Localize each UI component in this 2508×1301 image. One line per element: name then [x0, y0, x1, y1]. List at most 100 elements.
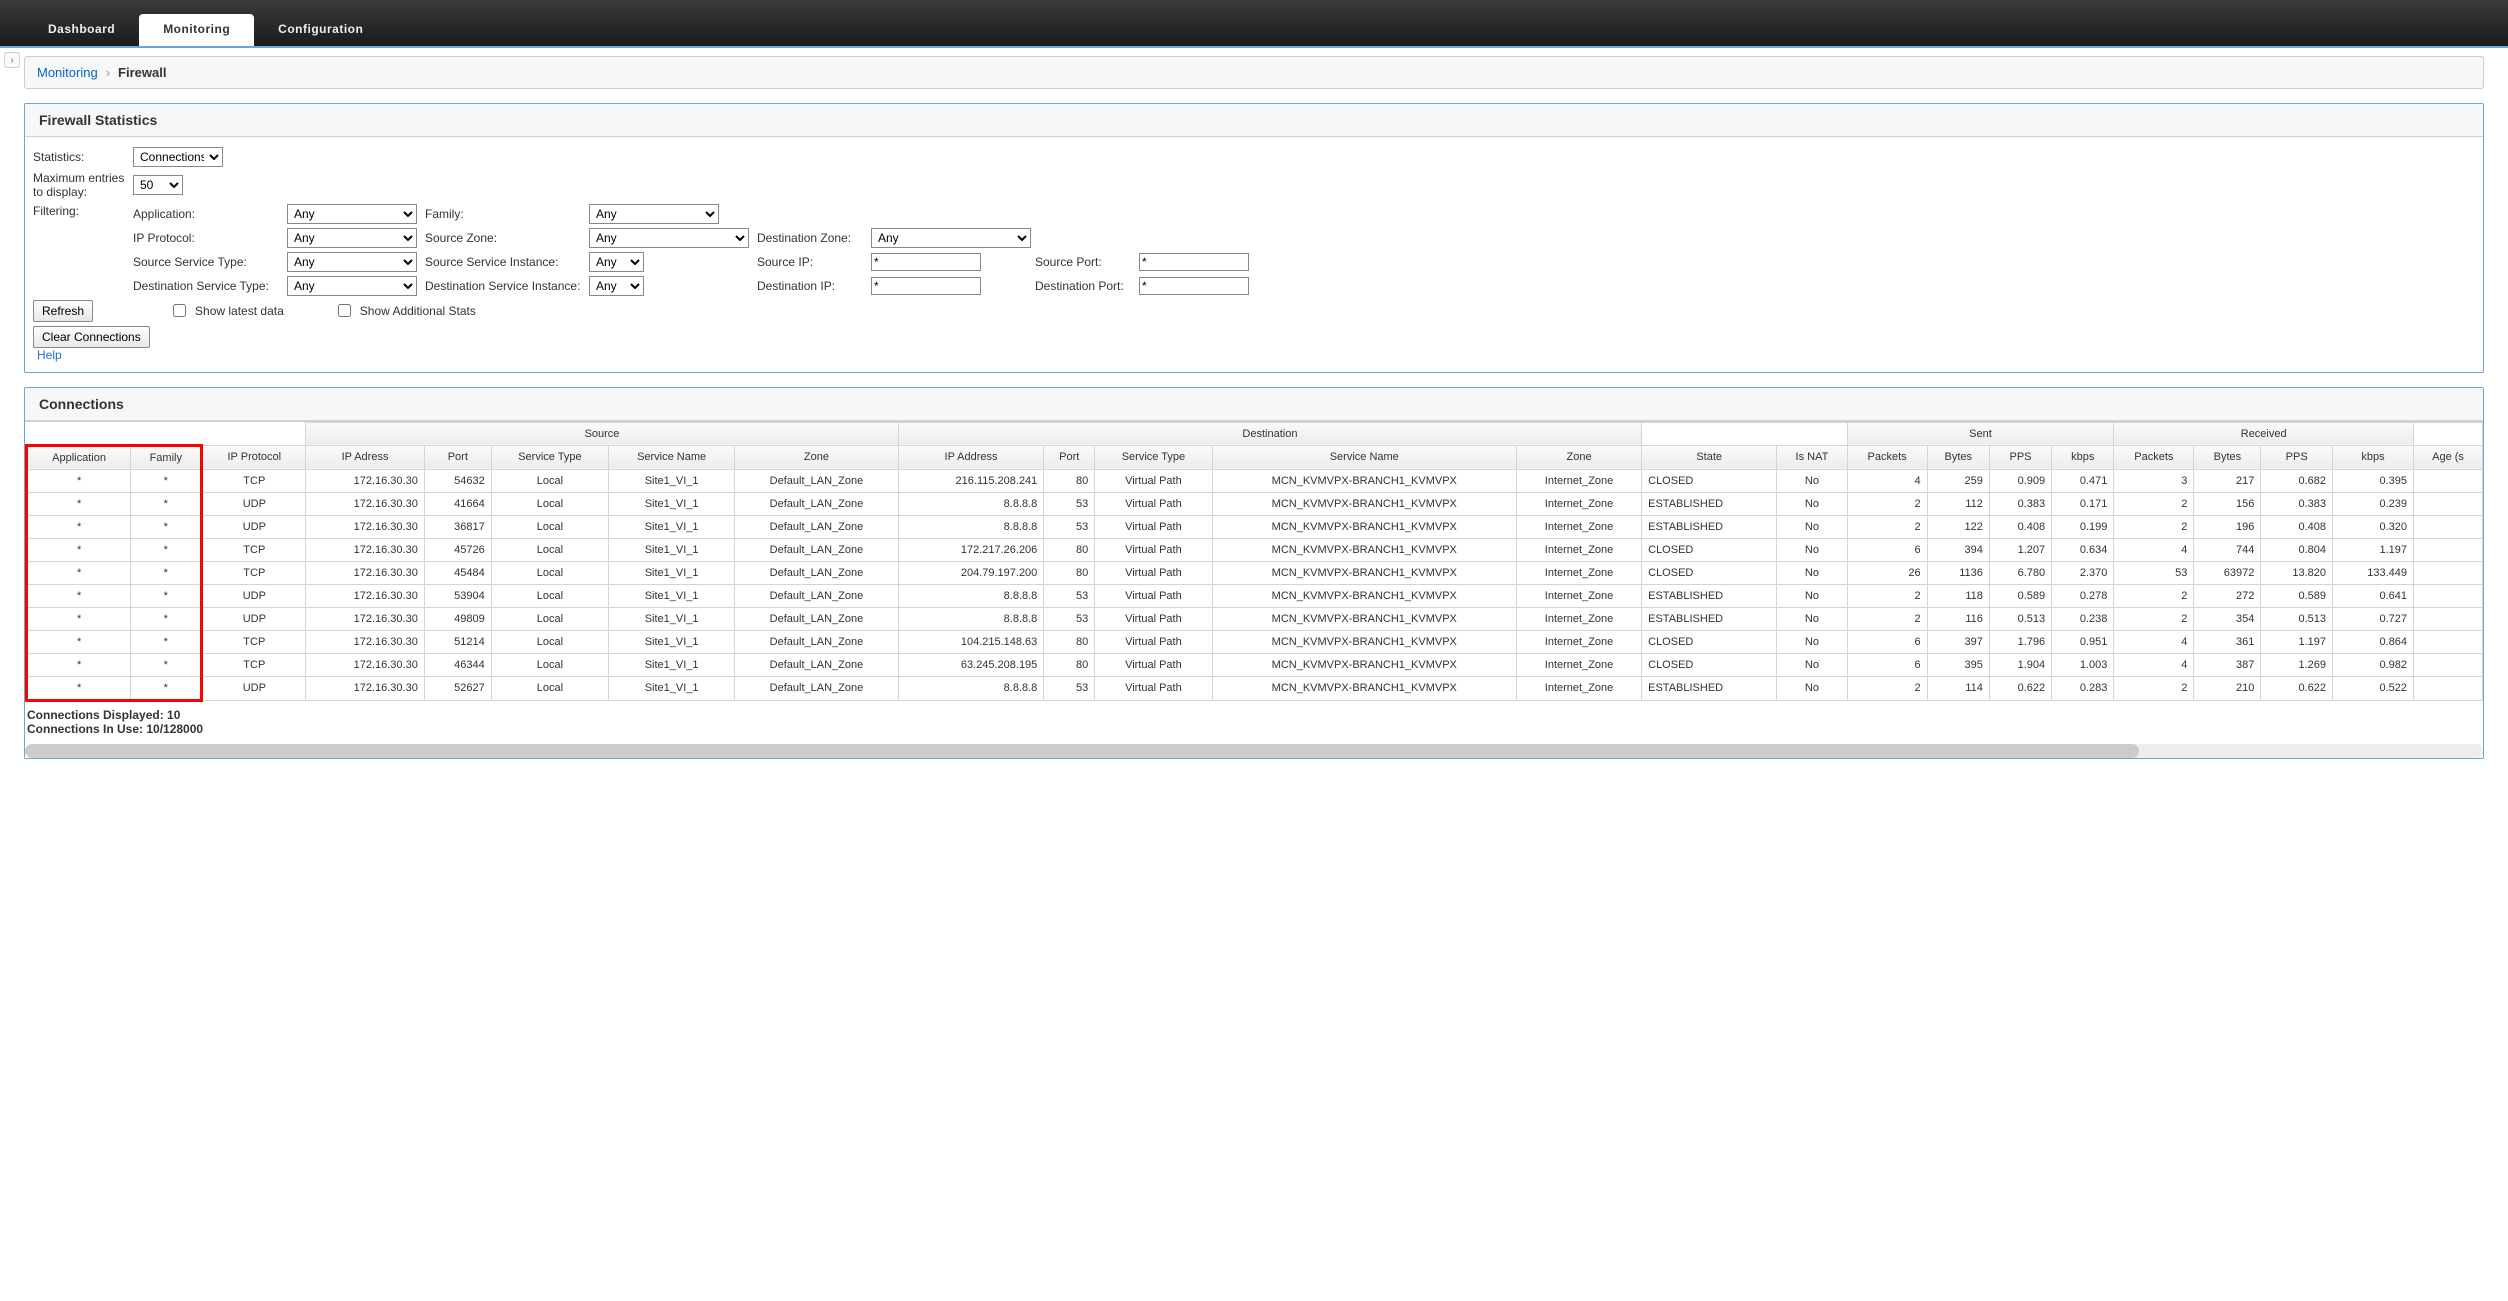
cell: 49809 [424, 607, 491, 630]
cell: 0.238 [2052, 607, 2114, 630]
col-application[interactable]: Application [27, 445, 131, 469]
cell: MCN_KVMVPX-BRANCH1_KVMVPX [1212, 492, 1516, 515]
col-is-nat[interactable]: Is NAT [1777, 445, 1847, 469]
col-sent-packets[interactable]: Packets [1847, 445, 1927, 469]
source-service-instance-select[interactable]: Any [589, 252, 644, 272]
cell: Site1_VI_1 [609, 538, 735, 561]
group-sent: Sent [1847, 422, 2114, 445]
dest-zone-select[interactable]: Any [871, 228, 1031, 248]
max-entries-select[interactable]: 50 [133, 175, 183, 195]
cell: * [27, 676, 131, 700]
cell: * [27, 469, 131, 492]
cell: 196 [2194, 515, 2261, 538]
horizontal-scrollbar[interactable] [25, 744, 2483, 758]
ip-protocol-select[interactable]: Any [287, 228, 417, 248]
col-src-service-name[interactable]: Service Name [609, 445, 735, 469]
cell: 2 [2114, 584, 2194, 607]
cell: * [131, 469, 202, 492]
cell: * [131, 515, 202, 538]
cell: 361 [2194, 630, 2261, 653]
cell [2414, 492, 2483, 515]
table-row: **TCP172.16.30.3045726LocalSite1_VI_1Def… [27, 538, 2483, 561]
dest-ip-input[interactable] [871, 277, 981, 295]
refresh-button[interactable]: Refresh [33, 300, 93, 322]
cell: 0.283 [2052, 676, 2114, 700]
summary-displayed: Connections Displayed: 10 [25, 702, 2483, 722]
help-link[interactable]: Help [33, 348, 62, 362]
col-dst-port[interactable]: Port [1044, 445, 1095, 469]
dest-port-input[interactable] [1139, 277, 1249, 295]
cell: ESTABLISHED [1642, 607, 1777, 630]
cell: 0.634 [2052, 538, 2114, 561]
cell: * [131, 561, 202, 584]
cell: Default_LAN_Zone [735, 630, 899, 653]
show-additional-checkbox[interactable] [338, 304, 351, 317]
cell: Default_LAN_Zone [735, 584, 899, 607]
connections-table-wrap[interactable]: Source Destination Sent Received Applica… [25, 421, 2483, 702]
dest-service-type-select[interactable]: Any [287, 276, 417, 296]
col-src-zone[interactable]: Zone [735, 445, 899, 469]
cell: 397 [1927, 630, 1989, 653]
source-service-type-select[interactable]: Any [287, 252, 417, 272]
family-select[interactable]: Any [589, 204, 719, 224]
col-state[interactable]: State [1642, 445, 1777, 469]
scrollbar-thumb[interactable] [25, 744, 2139, 758]
cell: 53 [1044, 607, 1095, 630]
cell: 114 [1927, 676, 1989, 700]
col-dst-ip[interactable]: IP Address [898, 445, 1044, 469]
col-ip-protocol[interactable]: IP Protocol [202, 445, 306, 469]
dest-service-instance-select[interactable]: Any [589, 276, 644, 296]
source-ip-input[interactable] [871, 253, 981, 271]
col-dst-service-name[interactable]: Service Name [1212, 445, 1516, 469]
source-port-input[interactable] [1139, 253, 1249, 271]
col-src-service-type[interactable]: Service Type [491, 445, 608, 469]
connections-panel: Connections Source Destination Sent Rece… [24, 387, 2484, 759]
col-recv-packets[interactable]: Packets [2114, 445, 2194, 469]
col-src-ip[interactable]: IP Adress [306, 445, 425, 469]
cell: UDP [202, 584, 306, 607]
col-src-port[interactable]: Port [424, 445, 491, 469]
cell: 8.8.8.8 [898, 676, 1044, 700]
firewall-stats-panel: Firewall Statistics Statistics: Connecti… [24, 103, 2484, 373]
tab-configuration[interactable]: Configuration [254, 14, 387, 46]
cell: 0.171 [2052, 492, 2114, 515]
tab-monitoring[interactable]: Monitoring [139, 14, 254, 46]
cell: 172.16.30.30 [306, 515, 425, 538]
col-recv-pps[interactable]: PPS [2261, 445, 2333, 469]
cell [2414, 469, 2483, 492]
cell: 1.796 [1989, 630, 2051, 653]
col-dst-service-type[interactable]: Service Type [1095, 445, 1212, 469]
sidebar-toggle-icon[interactable]: › [4, 52, 20, 68]
cell: 0.589 [1989, 584, 2051, 607]
clear-connections-button[interactable]: Clear Connections [33, 326, 150, 348]
cell: 63972 [2194, 561, 2261, 584]
breadcrumb-root[interactable]: Monitoring [37, 65, 98, 80]
cell: Internet_Zone [1516, 538, 1641, 561]
application-select[interactable]: Any [287, 204, 417, 224]
cell: 0.951 [2052, 630, 2114, 653]
cell: 45484 [424, 561, 491, 584]
cell: 0.383 [1989, 492, 2051, 515]
cell [2414, 561, 2483, 584]
cell: 2 [1847, 515, 1927, 538]
col-recv-kbps[interactable]: kbps [2332, 445, 2413, 469]
cell [2414, 630, 2483, 653]
cell: 2 [1847, 584, 1927, 607]
col-sent-bytes[interactable]: Bytes [1927, 445, 1989, 469]
show-latest-checkbox[interactable] [173, 304, 186, 317]
cell: 172.16.30.30 [306, 492, 425, 515]
statistics-select[interactable]: Connections [133, 147, 223, 167]
table-row: **UDP172.16.30.3036817LocalSite1_VI_1Def… [27, 515, 2483, 538]
group-received: Received [2114, 422, 2414, 445]
tab-dashboard[interactable]: Dashboard [24, 14, 139, 46]
cell: * [27, 630, 131, 653]
col-sent-kbps[interactable]: kbps [2052, 445, 2114, 469]
cell: Virtual Path [1095, 584, 1212, 607]
col-family[interactable]: Family [131, 445, 202, 469]
source-zone-select[interactable]: Any [589, 228, 749, 248]
col-age[interactable]: Age (s [2414, 445, 2483, 469]
col-sent-pps[interactable]: PPS [1989, 445, 2051, 469]
col-recv-bytes[interactable]: Bytes [2194, 445, 2261, 469]
cell: Default_LAN_Zone [735, 469, 899, 492]
col-dst-zone[interactable]: Zone [1516, 445, 1641, 469]
